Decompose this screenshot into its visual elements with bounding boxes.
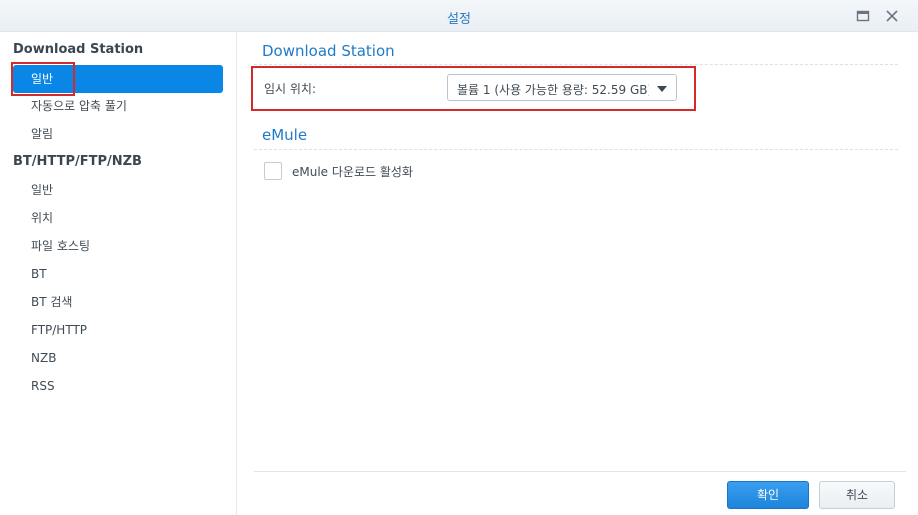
- sidebar-item-notifications[interactable]: 알림: [13, 120, 223, 148]
- chevron-down-icon: [657, 86, 667, 92]
- sidebar-item-bt-general[interactable]: 일반: [13, 176, 223, 204]
- sidebar-item-bt-search[interactable]: BT 검색: [13, 288, 223, 316]
- close-icon[interactable]: [885, 9, 899, 23]
- maximize-icon[interactable]: [856, 9, 870, 23]
- window-title: 설정: [447, 12, 471, 27]
- sidebar-item-file-hosting[interactable]: 파일 호스팅: [13, 232, 223, 260]
- section-divider: [254, 64, 898, 65]
- sidebar-item-location[interactable]: 위치: [13, 204, 223, 232]
- emule-enable-checkbox[interactable]: [264, 162, 282, 180]
- sidebar-item-general[interactable]: 일반: [13, 65, 223, 93]
- ok-button[interactable]: 확인: [727, 481, 809, 509]
- sidebar-heading-bt-http-ftp-nzb: BT/HTTP/FTP/NZB: [13, 154, 142, 169]
- sidebar-item-nzb[interactable]: NZB: [13, 344, 223, 372]
- sidebar: Download Station 일반 자동으로 압축 풀기 알림 BT/HTT…: [0, 32, 237, 515]
- temp-location-value: 볼륨 1 (사용 가능한 용량: 52.59 GB): [457, 83, 649, 97]
- section-divider: [254, 149, 898, 150]
- emule-enable-label[interactable]: eMule 다운로드 활성화: [292, 163, 413, 180]
- cancel-button[interactable]: 취소: [819, 481, 895, 509]
- title-bar: 설정: [0, 0, 918, 32]
- sidebar-item-ftp-http[interactable]: FTP/HTTP: [13, 316, 223, 344]
- sidebar-heading-download-station: Download Station: [13, 42, 144, 57]
- temp-location-select[interactable]: 볼륨 1 (사용 가능한 용량: 52.59 GB): [447, 74, 677, 101]
- footer-divider: [254, 471, 906, 472]
- sidebar-item-bt[interactable]: BT: [13, 260, 223, 288]
- section-title-emule: eMule: [262, 126, 308, 144]
- temp-location-label: 임시 위치:: [264, 82, 317, 96]
- section-title-download-station: Download Station: [262, 42, 395, 60]
- sidebar-item-auto-extract[interactable]: 자동으로 압축 풀기: [13, 92, 223, 120]
- sidebar-item-rss[interactable]: RSS: [13, 372, 223, 400]
